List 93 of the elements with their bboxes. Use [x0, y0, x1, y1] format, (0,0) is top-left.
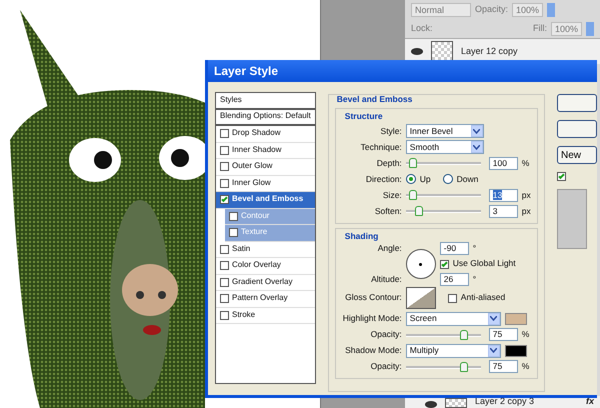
field-label: Opacity: [370, 362, 402, 372]
checkbox[interactable] [229, 228, 238, 238]
style-list-item[interactable]: Gradient Overlay [216, 274, 315, 291]
checkbox-label: Anti-aliased [460, 293, 506, 303]
dropdown[interactable]: Multiply [406, 344, 501, 358]
number-field[interactable]: 3 [488, 204, 518, 218]
chevron-icon [470, 125, 483, 138]
preview-thumbnail [557, 189, 587, 249]
eye-icon[interactable] [411, 48, 423, 55]
checkbox-label: Use Global Light [452, 259, 516, 269]
field-label: Shadow Mode: [344, 346, 402, 356]
style-list-item[interactable]: Outer Glow [216, 159, 315, 176]
field-label: Direction: [364, 174, 402, 184]
section-title: Bevel and Emboss [334, 95, 414, 104]
unit-label: px [522, 190, 531, 200]
color-swatch[interactable] [504, 312, 527, 325]
color-swatch[interactable] [504, 344, 527, 357]
style-list-item[interactable]: Satin [216, 242, 315, 258]
number-field[interactable]: 26 [440, 272, 469, 286]
opacity-field[interactable]: 100% [512, 2, 544, 16]
unit-label: px [522, 206, 531, 216]
dropdown[interactable]: Screen [406, 312, 501, 326]
checkbox[interactable] [220, 294, 229, 304]
style-list-item[interactable]: Blending Options: Default [216, 110, 315, 126]
layer-name: Layer 2 copy 3 [475, 396, 536, 408]
field-label: Opacity: [370, 330, 402, 340]
angle-dial[interactable] [406, 249, 436, 280]
checkbox[interactable] [220, 261, 229, 270]
number-field[interactable]: 13 [488, 188, 518, 202]
checkbox[interactable] [220, 195, 229, 204]
checkbox[interactable] [440, 260, 449, 269]
chevron-icon [470, 141, 483, 154]
unit-label: % [522, 158, 530, 168]
dropdown[interactable]: Inner Bevel [406, 124, 484, 138]
style-list-item[interactable]: Color Overlay [216, 258, 315, 274]
slider-thumb[interactable] [415, 206, 424, 216]
dialog-button[interactable] [557, 120, 597, 138]
style-list-item[interactable]: Styles [216, 93, 315, 110]
dropdown[interactable]: Smooth [406, 140, 484, 154]
unit-label: % [522, 362, 530, 372]
layer-thumbnail [431, 40, 453, 62]
slider-thumb[interactable] [409, 190, 418, 200]
field-label: Size: [382, 190, 402, 200]
checkbox[interactable] [220, 146, 229, 155]
style-list-item[interactable]: Drop Shadow [216, 126, 315, 142]
number-field[interactable]: 75 [488, 328, 518, 342]
style-list-item[interactable]: Pattern Overlay [216, 291, 315, 308]
number-field[interactable]: 100 [488, 156, 518, 170]
style-list-item[interactable]: Bevel and Emboss [216, 192, 315, 208]
opacity-label: Opacity: [475, 2, 508, 16]
number-field[interactable]: -90 [440, 242, 469, 256]
checkbox[interactable] [220, 129, 229, 138]
checkbox[interactable] [229, 212, 238, 221]
blend-mode-dropdown[interactable]: Normal [411, 2, 471, 16]
checkbox[interactable] [220, 178, 229, 188]
field-label: Angle: [376, 244, 402, 254]
window-title: Layer Style [208, 60, 597, 82]
chevron-icon [488, 312, 500, 325]
radio-option[interactable]: Down [442, 174, 478, 184]
checkbox[interactable] [220, 278, 229, 287]
unit-label: ° [472, 244, 476, 254]
eye-icon[interactable] [425, 401, 437, 408]
lock-label: Lock: [411, 22, 433, 35]
field-label: Soften: [374, 206, 402, 216]
unit-label: % [522, 330, 530, 340]
unit-label: ° [472, 274, 476, 284]
fill-field[interactable]: 100% [550, 22, 582, 36]
field-label: Technique: [360, 142, 402, 152]
contour-picker[interactable] [406, 287, 436, 310]
layer-name: Layer 12 copy [461, 44, 519, 58]
slider-thumb[interactable] [460, 362, 468, 372]
field-label: Depth: [376, 158, 402, 168]
style-list-item[interactable]: Stroke [216, 308, 315, 324]
checkbox[interactable] [220, 244, 229, 254]
chevron-icon [488, 344, 500, 357]
number-field[interactable]: 75 [488, 360, 518, 374]
dialog-button[interactable]: New [557, 146, 597, 164]
preview-checkbox[interactable] [557, 172, 566, 181]
dialog-button[interactable] [557, 94, 597, 112]
checkbox[interactable] [220, 310, 229, 320]
layer-thumbnail [445, 398, 467, 408]
style-list-item[interactable]: Inner Shadow [216, 142, 315, 159]
fx-label: fx [586, 396, 594, 408]
field-label: Gloss Contour: [344, 293, 402, 303]
field-label: Altitude: [370, 274, 402, 284]
checkbox[interactable] [220, 162, 229, 172]
radio-option[interactable]: Up [406, 174, 431, 184]
fill-label: Fill: [532, 22, 547, 35]
checkbox[interactable] [448, 294, 457, 303]
slider-thumb[interactable] [460, 330, 468, 340]
field-label: Highlight Mode: [342, 314, 402, 324]
field-label: Style: [380, 126, 402, 136]
slider-thumb[interactable] [409, 158, 418, 168]
